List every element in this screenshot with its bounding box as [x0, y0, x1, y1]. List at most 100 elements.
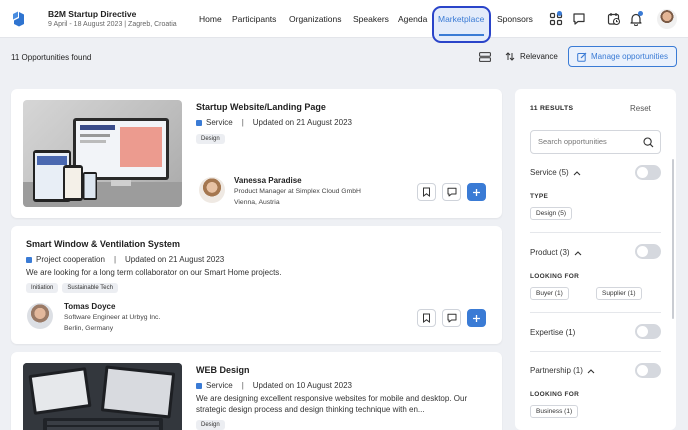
app-logo-icon[interactable] — [11, 11, 26, 27]
filter-service-toggle-label[interactable]: Service (5) — [530, 168, 581, 177]
tag: Design — [196, 420, 225, 430]
edit-icon — [577, 52, 587, 62]
card-tags: Design — [196, 420, 225, 430]
manage-label: Manage opportunities — [591, 52, 668, 61]
tag: Initiation — [26, 283, 59, 293]
nav-agenda[interactable]: Agenda — [398, 14, 427, 24]
nav-home[interactable]: Home — [199, 14, 222, 24]
event-title: B2M Startup Directive — [48, 9, 137, 19]
card-updated: Updated on 21 August 2023 — [252, 118, 352, 127]
card-thumbnail — [23, 363, 182, 430]
card-title[interactable]: Smart Window & Ventilation System — [26, 239, 180, 249]
filter-chip[interactable]: Business (1) — [530, 405, 579, 418]
reset-filters-button[interactable]: Reset — [630, 104, 651, 113]
calendar-clock-icon[interactable] — [607, 12, 621, 26]
nav-organizations[interactable]: Organizations — [289, 14, 341, 24]
filter-chip[interactable]: Buyer (1) — [530, 287, 569, 300]
list-view-icon[interactable] — [479, 52, 491, 62]
filter-chip[interactable]: Design (5) — [530, 207, 572, 220]
chevron-up-icon — [587, 368, 595, 373]
filter-group-label: Product (3) — [530, 248, 570, 257]
filters-panel: 11 RESULTS Reset Service (5) TYPE Design… — [515, 89, 676, 430]
filter-chip[interactable]: Supplier (1) — [596, 287, 642, 300]
web-design-image — [23, 363, 182, 430]
card-description-line-2: strategic design process and design thin… — [196, 405, 425, 414]
tag: Design — [196, 134, 225, 144]
filter-product-switch[interactable] — [635, 244, 661, 259]
card-updated: Updated on 21 August 2023 — [125, 255, 225, 264]
opportunity-card[interactable]: Startup Website/Landing Page Service | U… — [11, 89, 502, 218]
filter-sublabel: LOOKING FOR — [530, 391, 580, 398]
person-avatar[interactable] — [27, 303, 53, 329]
chevron-up-icon — [574, 250, 581, 255]
bookmark-button[interactable] — [417, 309, 436, 327]
manage-opportunities-button[interactable]: Manage opportunities — [568, 46, 677, 67]
card-meta: Service | Updated on 10 August 2023 — [196, 381, 352, 390]
results-count: 11 RESULTS — [530, 105, 574, 112]
add-button[interactable] — [467, 183, 486, 201]
person-role: Software Engineer at Urbyg Inc. — [64, 314, 161, 321]
person-role: Product Manager at Simplex Cloud GmbH — [234, 188, 361, 195]
sort-relevance-button[interactable]: Relevance — [505, 52, 558, 61]
message-button[interactable] — [442, 309, 461, 327]
apps-badge-dot — [557, 11, 562, 16]
filter-group-label: Expertise (1) — [530, 328, 576, 337]
message-button[interactable] — [442, 183, 461, 201]
bookmark-icon — [423, 313, 430, 323]
card-description-line-1: We are designing excellent responsive we… — [196, 394, 468, 403]
card-title[interactable]: WEB Design — [196, 365, 250, 375]
filter-partnership-switch[interactable] — [635, 363, 661, 378]
nav-highlight-box — [432, 6, 491, 43]
nav-sponsors[interactable]: Sponsors — [497, 14, 533, 24]
bookmark-icon — [423, 187, 430, 197]
meta-separator: | — [241, 118, 244, 127]
person-avatar[interactable] — [199, 177, 225, 203]
filters-scrollbar[interactable] — [672, 159, 674, 319]
person-name[interactable]: Vanessa Paradise — [234, 176, 302, 185]
filter-group-label: Service (5) — [530, 168, 569, 177]
chat-icon[interactable] — [572, 12, 586, 26]
filter-group-label: Partnership (1) — [530, 366, 583, 375]
chat-icon — [447, 313, 456, 323]
card-type: Project cooperation — [36, 255, 105, 264]
filter-service-switch[interactable] — [635, 165, 661, 180]
filter-expertise-toggle-label[interactable]: Expertise (1) — [530, 328, 575, 337]
filter-divider — [530, 312, 661, 313]
card-type: Service — [206, 118, 233, 127]
filter-divider — [530, 232, 661, 233]
search-icon[interactable] — [643, 137, 654, 148]
search-box — [530, 130, 661, 154]
search-input[interactable] — [538, 137, 643, 146]
nav-participants[interactable]: Participants — [232, 14, 276, 24]
filter-divider — [530, 351, 661, 352]
sort-icon — [505, 52, 515, 61]
sort-label: Relevance — [520, 52, 558, 61]
add-button[interactable] — [467, 309, 486, 327]
card-tags: Design — [196, 134, 225, 144]
type-color-square — [196, 382, 202, 389]
nav-marketplace[interactable]: Marketplace — [438, 14, 484, 24]
opportunity-card[interactable]: WEB Design Service | Updated on 10 Augus… — [11, 352, 502, 430]
person-location: Vienna, Austria — [234, 199, 280, 206]
meta-separator: | — [241, 381, 244, 390]
bookmark-button[interactable] — [417, 183, 436, 201]
filter-expertise-switch[interactable] — [635, 324, 661, 339]
top-header: B2M Startup Directive 9 April - 18 Augus… — [0, 0, 688, 43]
filter-product-toggle-label[interactable]: Product (3) — [530, 248, 582, 257]
chat-icon — [447, 187, 456, 197]
person-name[interactable]: Tomas Doyce — [64, 302, 115, 311]
nav-active-underline — [439, 34, 484, 36]
card-tags: Initiation Sustainable Tech — [26, 283, 118, 293]
notification-badge-dot — [638, 11, 643, 16]
nav-speakers[interactable]: Speakers — [353, 14, 389, 24]
user-avatar[interactable] — [657, 9, 677, 29]
card-meta: Project cooperation | Updated on 21 Augu… — [26, 255, 224, 264]
opportunities-count: 11 Opportunities found — [11, 53, 92, 62]
card-title[interactable]: Startup Website/Landing Page — [196, 102, 326, 112]
person-location: Berlin, Germany — [64, 325, 114, 332]
chevron-up-icon — [573, 170, 581, 175]
card-type: Service — [206, 381, 233, 390]
filter-sublabel: LOOKING FOR — [530, 273, 580, 280]
opportunity-card[interactable]: Smart Window & Ventilation System Projec… — [11, 226, 502, 344]
filter-partnership-toggle-label[interactable]: Partnership (1) — [530, 366, 595, 375]
